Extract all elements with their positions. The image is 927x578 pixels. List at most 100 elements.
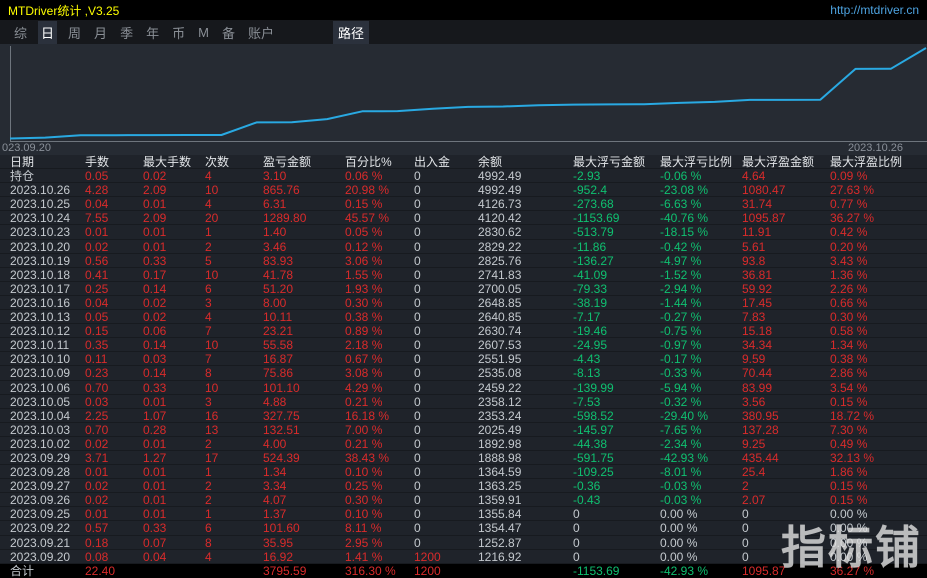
table-cell: -513.79 bbox=[573, 225, 660, 238]
table-cell: 0.00 % bbox=[830, 536, 927, 549]
table-cell: 3.56 bbox=[742, 395, 830, 408]
table-cell: 3.10 bbox=[263, 169, 345, 182]
table-cell: -2.93 bbox=[573, 169, 660, 182]
table-cell: 2 bbox=[742, 479, 830, 492]
table-cell: 2459.22 bbox=[478, 381, 573, 394]
table-cell: 380.95 bbox=[742, 409, 830, 422]
table-cell: 93.8 bbox=[742, 254, 830, 267]
table-cell: 0 bbox=[414, 324, 478, 337]
table-cell: -1.52 % bbox=[660, 268, 742, 281]
table-row: 2023.10.030.700.2813132.517.00 %02025.49… bbox=[0, 423, 927, 437]
table-cell: 11.91 bbox=[742, 225, 830, 238]
table-cell: 0.06 % bbox=[345, 169, 414, 182]
menu-item-综[interactable]: 综 bbox=[12, 21, 29, 44]
table-cell: 0 bbox=[742, 507, 830, 520]
table-cell: -4.43 bbox=[573, 352, 660, 365]
table-cell: 5 bbox=[205, 254, 263, 267]
table-cell: 15.18 bbox=[742, 324, 830, 337]
menu-item-备[interactable]: 备 bbox=[220, 21, 237, 44]
table-cell: 0.03 bbox=[143, 352, 205, 365]
table-cell: 0.01 bbox=[143, 479, 205, 492]
path-button[interactable]: 路径 bbox=[333, 21, 369, 44]
table-cell: 38.43 % bbox=[345, 451, 414, 464]
table-cell: 865.76 bbox=[263, 183, 345, 196]
table-cell: 1252.87 bbox=[478, 536, 573, 549]
table-cell: 0.00 % bbox=[660, 521, 742, 534]
table-cell: 7.00 % bbox=[345, 423, 414, 436]
table-cell: 4120.42 bbox=[478, 211, 573, 224]
menu-item-M[interactable]: M bbox=[196, 23, 211, 42]
table-cell: 2640.85 bbox=[478, 310, 573, 323]
table-cell: 0 bbox=[414, 423, 478, 436]
table-cell: 17.45 bbox=[742, 296, 830, 309]
table-cell: 2825.76 bbox=[478, 254, 573, 267]
table-cell: 合计 bbox=[10, 564, 85, 578]
table-cell: 0.01 bbox=[143, 493, 205, 506]
table-cell: -40.76 % bbox=[660, 211, 742, 224]
table-cell: 0.05 bbox=[85, 310, 143, 323]
table-cell: 0.02 bbox=[85, 479, 143, 492]
website-link[interactable]: http://mtdriver.cn bbox=[830, 3, 919, 17]
table-cell: -0.42 % bbox=[660, 240, 742, 253]
table-cell: -42.93 % bbox=[660, 564, 742, 578]
table-row: 2023.09.270.020.0123.340.25 %01363.25-0.… bbox=[0, 479, 927, 493]
table-cell: 1095.87 bbox=[742, 564, 830, 578]
menu-item-季[interactable]: 季 bbox=[118, 21, 135, 44]
table-cell: 0 bbox=[414, 169, 478, 182]
menu-item-周[interactable]: 周 bbox=[66, 21, 83, 44]
table-cell: 45.57 % bbox=[345, 211, 414, 224]
menu-item-年[interactable]: 年 bbox=[144, 21, 161, 44]
table-cell: 0 bbox=[414, 183, 478, 196]
table-cell: 2023.10.17 bbox=[10, 282, 85, 295]
table-cell: 2353.24 bbox=[478, 409, 573, 422]
table-cell: 0.00 % bbox=[830, 507, 927, 520]
menu-item-币[interactable]: 币 bbox=[170, 21, 187, 44]
table-cell: 7 bbox=[205, 352, 263, 365]
table-cell: 70.44 bbox=[742, 366, 830, 379]
table-cell: 16 bbox=[205, 409, 263, 422]
table-cell: 0 bbox=[414, 437, 478, 450]
table-cell: 75.86 bbox=[263, 366, 345, 379]
table-cell: 0.56 bbox=[85, 254, 143, 267]
table-cell: 1200 bbox=[414, 564, 478, 578]
table-cell: 2023.10.03 bbox=[10, 423, 85, 436]
table-cell: -136.27 bbox=[573, 254, 660, 267]
table-cell: 16.87 bbox=[263, 352, 345, 365]
table-cell: -0.06 % bbox=[660, 169, 742, 182]
table-cell: 1095.87 bbox=[742, 211, 830, 224]
table-cell: 2.09 bbox=[143, 183, 205, 196]
table-row: 2023.09.260.020.0124.070.30 %01359.91-0.… bbox=[0, 493, 927, 507]
menu-item-日[interactable]: 日 bbox=[38, 21, 57, 44]
table-cell: -18.15 % bbox=[660, 225, 742, 238]
table-cell: 0.02 bbox=[85, 437, 143, 450]
table-cell: 1.93 % bbox=[345, 282, 414, 295]
table-cell: 0.14 bbox=[143, 338, 205, 351]
table-cell: 0 bbox=[414, 521, 478, 534]
table-cell: 4 bbox=[205, 550, 263, 563]
table-cell: 18.72 % bbox=[830, 409, 927, 422]
table-cell: 0.05 bbox=[85, 169, 143, 182]
table-cell: 0.21 % bbox=[345, 437, 414, 450]
table-cell: 27.63 % bbox=[830, 183, 927, 196]
menu-bar: 综日周月季年币M备账户 路径 bbox=[0, 20, 927, 44]
table-cell: 2023.10.10 bbox=[10, 352, 85, 365]
table-cell: 0.33 bbox=[143, 521, 205, 534]
menu-item-月[interactable]: 月 bbox=[92, 21, 109, 44]
menu-item-账户[interactable]: 账户 bbox=[246, 21, 276, 44]
table-cell: 0 bbox=[573, 507, 660, 520]
table-cell: 0.09 % bbox=[830, 169, 927, 182]
table-cell: 2630.74 bbox=[478, 324, 573, 337]
table-cell bbox=[143, 564, 205, 578]
table-cell: 0.11 bbox=[85, 352, 143, 365]
table-cell: 2023.10.11 bbox=[10, 338, 85, 351]
table-cell: 1888.98 bbox=[478, 451, 573, 464]
table-cell: -7.65 % bbox=[660, 423, 742, 436]
table-row: 2023.09.293.711.2717524.3938.43 %01888.9… bbox=[0, 451, 927, 465]
table-cell: 36.27 % bbox=[830, 211, 927, 224]
table-cell: 2023.10.04 bbox=[10, 409, 85, 422]
table-cell: 132.51 bbox=[263, 423, 345, 436]
table-cell: -11.86 bbox=[573, 240, 660, 253]
table-row: 2023.10.170.250.14651.201.93 %02700.05-7… bbox=[0, 282, 927, 296]
table-cell: 0.01 bbox=[143, 437, 205, 450]
table-cell: 0.70 bbox=[85, 381, 143, 394]
